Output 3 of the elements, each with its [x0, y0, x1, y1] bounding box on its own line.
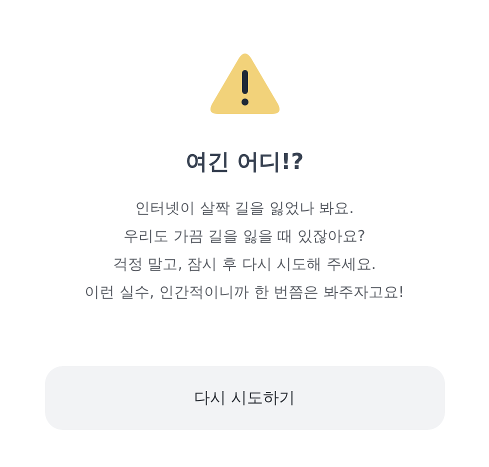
error-title: 여긴 어디!? — [185, 149, 304, 177]
error-message: 인터넷이 살짝 길을 잃었나 봐요. 우리도 가끔 길을 잃을 때 있잖아요? 걱정 말고, 잠시 후 다시 시도해 주세요. 이런 실수, 인간적이니까 한 번쯤은 봐주자고요! — [84, 198, 404, 303]
retry-button[interactable]: 다시 시도하기 — [44, 366, 444, 430]
